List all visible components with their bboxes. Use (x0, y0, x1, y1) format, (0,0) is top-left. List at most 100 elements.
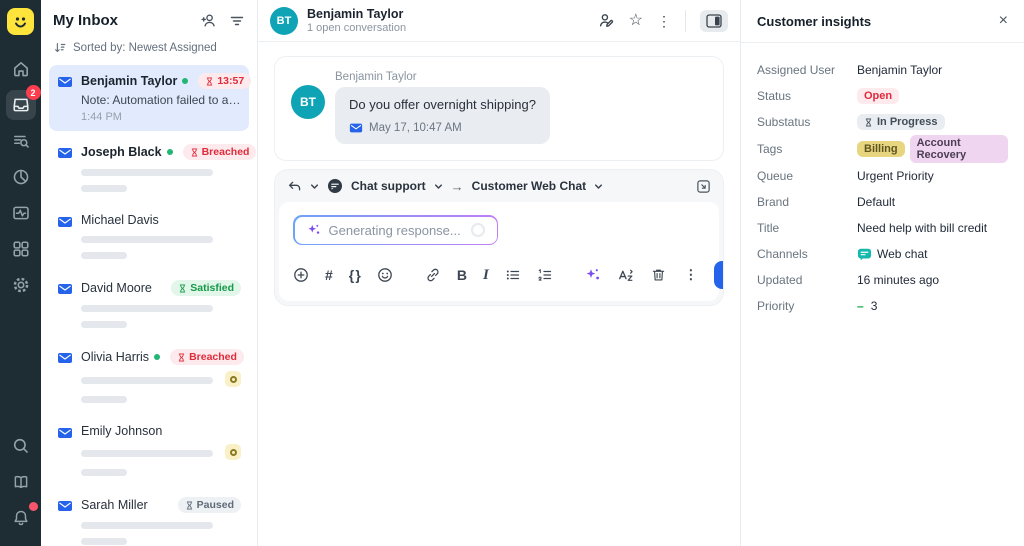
hourglass-icon (178, 283, 187, 294)
text-placeholder (81, 252, 127, 259)
conversation-name: Michael Davis (81, 213, 159, 227)
divider (685, 10, 686, 32)
list-item[interactable]: David Moore Satisfied (49, 272, 249, 336)
tag-badge: Account Recovery (910, 135, 1008, 163)
avatar: BT (291, 85, 325, 119)
insight-row-channels: Channels Web chat (757, 241, 1008, 267)
expand-composer-icon[interactable] (696, 179, 711, 194)
link-icon[interactable] (425, 266, 441, 284)
global-search-icon[interactable] (6, 431, 36, 461)
destination-selector[interactable]: Customer Web Chat (472, 179, 586, 193)
kebab-menu-icon[interactable]: ⋮ (657, 14, 671, 28)
generating-label: Generating response... (329, 223, 461, 238)
mail-icon (57, 498, 73, 545)
tag-insert-icon[interactable]: # (325, 266, 333, 284)
text-placeholder (81, 396, 127, 403)
insight-row-queue: Queue Urgent Priority (757, 163, 1008, 189)
ai-sparkle-icon (307, 223, 321, 237)
automations-icon[interactable] (6, 198, 36, 228)
bullet-list-icon[interactable] (505, 266, 521, 284)
reply-composer: Chat support → Customer Web Chat (274, 169, 724, 306)
conversation-panel: BT Benjamin Taylor 1 open conversation ☆… (258, 0, 740, 546)
star-icon[interactable]: ☆ (629, 13, 643, 29)
insight-row-tags: Tags Billing Account Recovery (757, 135, 1008, 163)
sort-control[interactable]: Sorted by: Newest Assigned (41, 37, 257, 65)
bold-icon[interactable]: B (457, 266, 467, 284)
channel-selector[interactable]: Chat support (351, 179, 426, 193)
chevron-down-icon[interactable] (434, 182, 443, 191)
reply-mode-chevron-icon[interactable] (310, 182, 319, 191)
conversation-note: Note: Automation failed to assign... (81, 93, 241, 107)
list-item[interactable]: Emily Johnson (49, 416, 249, 484)
list-item[interactable]: Benjamin Taylor 13:57 Note: Automation f… (49, 65, 249, 131)
sla-breached-badge: Breached (183, 144, 257, 160)
filter-icon[interactable] (229, 13, 245, 29)
online-dot (154, 354, 160, 360)
inbox-panel: My Inbox Sorted by: Newest Assigned Benj… (41, 0, 258, 546)
yellow-token-icon (225, 444, 241, 460)
text-placeholder (81, 377, 213, 384)
conversation-header: BT Benjamin Taylor 1 open conversation ☆… (258, 0, 740, 42)
loading-spinner-icon (471, 223, 485, 237)
text-placeholder (81, 321, 127, 328)
conversation-search-icon[interactable] (6, 126, 36, 156)
trash-icon[interactable] (650, 266, 668, 284)
message-text: Do you offer overnight shipping? (349, 97, 536, 112)
nav-rail: 2 (0, 0, 41, 546)
add-teammate-icon[interactable] (200, 12, 217, 29)
statistics-icon[interactable] (6, 162, 36, 192)
emoji-icon[interactable] (377, 266, 393, 284)
list-item[interactable]: Sarah Miller Paused (49, 489, 249, 546)
settings-gear-icon[interactable] (6, 270, 36, 300)
mail-icon (57, 74, 73, 123)
kebab-menu-icon[interactable]: ⋮ (682, 266, 700, 284)
ai-generating-pill: Generating response... (293, 215, 498, 245)
mail-icon (57, 145, 73, 192)
italic-icon[interactable]: I (483, 266, 489, 284)
ai-assist-icon[interactable] (585, 266, 601, 284)
chevron-down-icon[interactable] (594, 182, 603, 191)
rephrase-icon[interactable] (617, 266, 634, 284)
help-docs-icon[interactable] (6, 467, 36, 497)
list-item[interactable]: Michael Davis (49, 205, 249, 267)
reply-icon[interactable] (287, 179, 302, 194)
text-placeholder (81, 450, 213, 457)
toggle-sidebar-icon[interactable] (700, 10, 728, 32)
notifications-bell-icon[interactable] (6, 503, 36, 533)
text-placeholder (81, 185, 127, 192)
variables-icon[interactable]: { } (349, 266, 361, 284)
message-timestamp: May 17, 10:47 AM (369, 122, 462, 134)
formatting-toolbar: # { } B I (293, 261, 705, 289)
customer-insights-panel: Customer insights × Assigned User Benjam… (740, 0, 1024, 546)
text-placeholder (81, 522, 213, 529)
online-dot (167, 149, 173, 155)
insight-row-title: Title Need help with bill credit (757, 215, 1008, 241)
tag-badge: Billing (857, 141, 905, 157)
text-placeholder (81, 538, 127, 545)
text-placeholder (81, 236, 213, 243)
add-attachment-icon[interactable] (293, 266, 309, 284)
composer-input-area[interactable]: Generating response... # { } (279, 202, 719, 301)
list-item[interactable]: Joseph Black Breached (49, 136, 249, 200)
gorgias-logo-icon[interactable] (7, 8, 34, 35)
apps-grid-icon[interactable] (6, 234, 36, 264)
numbered-list-icon[interactable] (537, 266, 553, 284)
mail-icon (57, 350, 73, 403)
conversation-name: David Moore (81, 281, 152, 295)
close-icon[interactable]: × (999, 13, 1008, 29)
mail-icon (57, 425, 73, 476)
list-item[interactable]: Olivia Harris Breached (49, 341, 249, 411)
insight-row-assigned-user: Assigned User Benjamin Taylor (757, 57, 1008, 83)
inbox-nav-icon[interactable]: 2 (6, 90, 36, 120)
assign-agent-icon[interactable] (598, 12, 615, 29)
hourglass-icon (205, 76, 214, 87)
chat-channel-icon (327, 178, 343, 194)
conversation-name: Sarah Miller (81, 498, 148, 512)
text-placeholder (81, 469, 127, 476)
hourglass-icon (185, 500, 194, 511)
home-icon[interactable] (6, 54, 36, 84)
text-placeholder (81, 305, 213, 312)
mail-icon (57, 281, 73, 328)
send-button[interactable]: Send (714, 261, 724, 289)
message-bubble: Do you offer overnight shipping? May 17,… (335, 87, 550, 144)
